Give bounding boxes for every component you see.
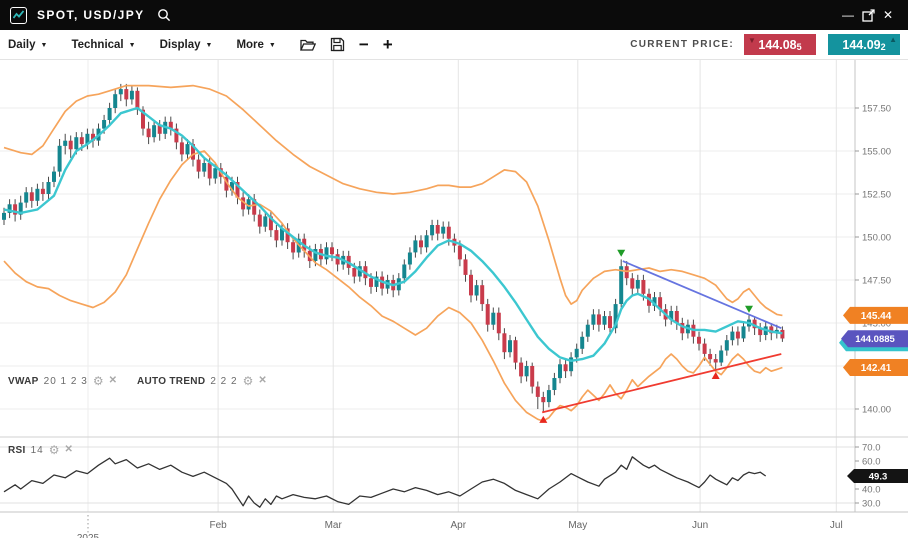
chevron-down-icon: ▼ xyxy=(269,42,276,49)
svg-text:157.50: 157.50 xyxy=(862,103,891,114)
svg-text:49.3: 49.3 xyxy=(869,471,888,482)
svg-text:147.50: 147.50 xyxy=(862,275,891,286)
trading-app-window: SPOT, USD/JPY — ✕ Daily▼ Technical▼ Disp… xyxy=(0,0,908,538)
bid-fraction: 5 xyxy=(797,42,802,52)
gear-icon[interactable]: ⚙ xyxy=(49,444,60,456)
svg-text:145.44: 145.44 xyxy=(861,311,892,322)
current-price-area: CURRENT PRICE: ▼ 144.085 144.092 ▲ xyxy=(630,34,900,55)
svg-text:40.0: 40.0 xyxy=(862,484,881,495)
menu-daily[interactable]: Daily▼ xyxy=(8,39,47,51)
zoom-in-icon[interactable]: + xyxy=(383,36,393,53)
month-gridlines xyxy=(88,60,836,535)
chevron-down-icon: ▼ xyxy=(129,42,136,49)
bid-price: 144.08 xyxy=(758,38,796,52)
svg-text:150.00: 150.00 xyxy=(862,232,891,243)
close-icon[interactable]: ✕ xyxy=(109,376,117,386)
menu-more[interactable]: More▼ xyxy=(236,39,275,51)
svg-text:Jul: Jul xyxy=(830,520,843,531)
svg-text:155.00: 155.00 xyxy=(862,146,891,157)
svg-text:140.00: 140.00 xyxy=(862,404,891,415)
svg-text:30.0: 30.0 xyxy=(862,498,881,509)
vwap-params: 20 1 2 3 xyxy=(44,376,88,387)
indicator-legend-row: VWAP 20 1 2 3 ⚙ ✕ AUTO TREND 2 2 2 ⚙ ✕ xyxy=(8,375,267,387)
chevron-down-icon: ▼ xyxy=(206,42,213,49)
rsi-line xyxy=(4,457,766,507)
open-folder-icon[interactable] xyxy=(300,38,316,52)
gear-icon[interactable]: ⚙ xyxy=(243,375,254,387)
bid-price-button[interactable]: ▼ 144.085 xyxy=(744,34,816,55)
svg-text:144.0885: 144.0885 xyxy=(855,334,895,345)
current-price-label: CURRENT PRICE: xyxy=(630,39,734,50)
svg-text:70.0: 70.0 xyxy=(862,442,881,453)
svg-text:2025: 2025 xyxy=(77,533,100,538)
svg-text:Jun: Jun xyxy=(692,520,708,531)
popout-icon[interactable] xyxy=(858,0,878,30)
rsi-label: RSI xyxy=(8,445,26,456)
candlesticks xyxy=(2,84,784,413)
svg-text:60.0: 60.0 xyxy=(862,456,881,467)
toolbar: Daily▼ Technical▼ Display▼ More▼ − + CUR… xyxy=(0,30,908,60)
minimize-button[interactable]: — xyxy=(838,0,858,30)
ask-fraction: 2 xyxy=(881,42,886,52)
zoom-out-icon[interactable]: − xyxy=(359,36,369,53)
trend-line-resistance[interactable] xyxy=(623,261,782,328)
menu-display[interactable]: Display▼ xyxy=(160,39,213,51)
time-axis-labels: Feb Mar Apr May Jun Jul 2025 xyxy=(77,520,843,538)
chevron-down-icon: ▼ xyxy=(41,42,48,49)
close-icon[interactable]: ✕ xyxy=(258,376,266,386)
chart-area[interactable]: 157.50155.00152.50150.00147.50145.00142.… xyxy=(0,60,908,538)
auto-trend-label: AUTO TREND xyxy=(137,376,205,387)
search-icon[interactable] xyxy=(157,8,171,22)
window-title: SPOT, USD/JPY xyxy=(37,8,145,22)
rsi-legend-row: RSI 14 ⚙ ✕ xyxy=(8,444,73,456)
menu-technical[interactable]: Technical▼ xyxy=(71,39,135,51)
svg-text:Feb: Feb xyxy=(209,520,227,531)
price-chart-svg[interactable]: 157.50155.00152.50150.00147.50145.00142.… xyxy=(0,60,908,538)
close-button[interactable]: ✕ xyxy=(878,0,898,30)
trend-markers xyxy=(539,250,753,423)
auto-trend-params: 2 2 2 xyxy=(210,376,237,387)
ask-price-button[interactable]: 144.092 ▲ xyxy=(828,34,900,55)
arrow-down-icon: ▼ xyxy=(748,36,756,45)
svg-text:152.50: 152.50 xyxy=(862,189,891,200)
pane-borders xyxy=(0,60,908,512)
rsi-params: 14 xyxy=(31,445,44,456)
svg-text:May: May xyxy=(568,520,587,531)
svg-text:142.41: 142.41 xyxy=(861,363,892,374)
ask-price: 144.09 xyxy=(842,38,880,52)
gear-icon[interactable]: ⚙ xyxy=(93,375,104,387)
window-titlebar[interactable]: SPOT, USD/JPY — ✕ xyxy=(0,0,908,30)
arrow-up-icon: ▲ xyxy=(889,35,897,44)
rsi-pane xyxy=(0,447,855,507)
svg-text:Apr: Apr xyxy=(451,520,467,531)
svg-text:Mar: Mar xyxy=(325,520,343,531)
app-chart-icon xyxy=(10,7,27,24)
vwap-label: VWAP xyxy=(8,376,39,387)
save-icon[interactable] xyxy=(330,37,345,52)
price-gridlines xyxy=(0,108,855,409)
close-icon[interactable]: ✕ xyxy=(64,445,72,455)
